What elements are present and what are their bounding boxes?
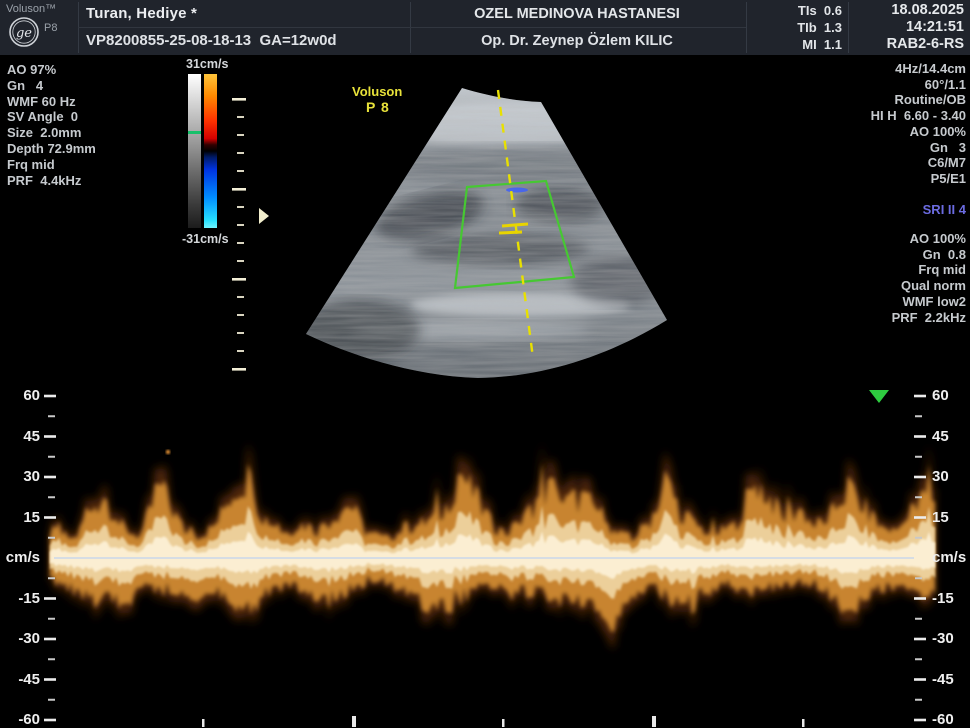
color-flow-flash (506, 188, 528, 193)
parameter-line: WMF low2 (892, 294, 966, 310)
parameter-line: Routine/OB (871, 92, 966, 108)
color-scale-max-label: 31cm/s (186, 57, 228, 71)
facility-name: OZEL MEDINOVA HASTANESI (412, 6, 742, 22)
sri-setting: SRI II 4 (923, 202, 966, 217)
parameter-line: Gn 3 (871, 140, 966, 156)
parameter-line: PRF 2.2kHz (892, 310, 966, 326)
header-divider (78, 27, 746, 28)
operator-name: Op. Dr. Zeynep Özlem KILIC (412, 33, 742, 49)
parameter-line: Size 2.0mm (7, 125, 96, 141)
parameter-line: Frq mid (892, 262, 966, 278)
parameter-line: Frq mid (7, 157, 96, 173)
exam-date: 18.08.2025 (852, 2, 964, 19)
velocity-tick-label: -45 (0, 672, 40, 687)
velocity-tick-label: 30 (932, 469, 970, 484)
velocity-tick-label: -15 (932, 591, 970, 606)
velocity-tick-label: 45 (0, 429, 40, 444)
svg-text:ge: ge (16, 26, 32, 41)
patient-name: Turan, Hediye * (86, 5, 197, 22)
velocity-tick-label: 60 (0, 388, 40, 403)
parameter-line: 60°/1.1 (871, 77, 966, 93)
spectral-baseline (54, 557, 914, 559)
safety-index-value: TIs 0.6 (750, 2, 842, 19)
velocity-tick-label: -60 (0, 712, 40, 727)
header-bar: Voluson™ ge P8 Turan, Hediye * VP8200855… (0, 0, 970, 55)
velocity-tick-label: -30 (0, 631, 40, 646)
b-mode-image (270, 55, 730, 390)
parameter-line: Depth 72.9mm (7, 141, 96, 157)
parameter-line: WMF 60 Hz (7, 94, 96, 110)
velocity-unit-label: cm/s (932, 550, 970, 565)
pw-parameter-panel: AO 100%Gn 0.8Frq midQual normWMF low2PRF… (892, 231, 966, 325)
brand-name: Voluson™ (6, 3, 56, 15)
velocity-tick-label: -15 (0, 591, 40, 606)
velocity-tick-label: 15 (0, 510, 40, 525)
exam-time: 14:21:51 (852, 19, 964, 36)
safety-index-value: TIb 1.3 (750, 19, 842, 36)
time-axis-ticks (202, 716, 805, 727)
spectral-doppler-display (0, 385, 970, 727)
parameter-line: P5/E1 (871, 171, 966, 187)
ultrasound-screen: { "header": { "brand": {"name": "Voluson… (0, 0, 970, 727)
datetime-block: 18.08.2025 14:21:51 RAB2-6-RS (852, 2, 964, 53)
color-doppler-bar (204, 74, 217, 228)
parameter-line: AO 100% (871, 124, 966, 140)
safety-indices: TIs 0.6TIb 1.3MI 1.1 (750, 2, 842, 53)
watermark-model: P 8 (366, 99, 390, 115)
parameter-line: 4Hz/14.4cm (871, 61, 966, 77)
header-divider (746, 2, 747, 53)
parameter-line: Gn 0.8 (892, 247, 966, 263)
patient-exam-id: VP8200855-25-08-18-13 GA=12w0d (86, 32, 337, 49)
brand-model: P8 (44, 22, 57, 34)
velocity-tick-label: 15 (932, 510, 970, 525)
velocity-tick-label: 45 (932, 429, 970, 444)
velocity-tick-label: 30 (0, 469, 40, 484)
parameter-line: AO 97% (7, 62, 96, 78)
safety-index-value: MI 1.1 (750, 36, 842, 53)
header-divider (848, 2, 849, 53)
parameter-line: PRF 4.4kHz (7, 173, 96, 189)
probe-name: RAB2-6-RS (852, 36, 964, 53)
parameter-line: C6/M7 (871, 155, 966, 171)
watermark-brand: Voluson (352, 84, 402, 99)
velocity-tick-label: -30 (932, 631, 970, 646)
ge-logo-icon: ge (8, 16, 40, 48)
grayscale-bar (188, 74, 201, 228)
parameter-line: Qual norm (892, 278, 966, 294)
b-mode-parameter-panel: 4Hz/14.4cm60°/1.1Routine/OBHI H 6.60 - 3… (871, 61, 966, 187)
doppler-parameter-panel: AO 97%Gn 4WMF 60 HzSV Angle 0Size 2.0mmD… (7, 62, 96, 188)
parameter-line: AO 100% (892, 231, 966, 247)
parameter-line: HI H 6.60 - 3.40 (871, 108, 966, 124)
velocity-tick-label: -60 (932, 712, 970, 727)
velocity-unit-label: cm/s (0, 550, 40, 565)
grayscale-marker (188, 131, 201, 134)
parameter-line: SV Angle 0 (7, 109, 96, 125)
spectral-waveform (50, 442, 935, 648)
spectral-speck (166, 450, 170, 454)
velocity-tick-label: 60 (932, 388, 970, 403)
parameter-line: Gn 4 (7, 78, 96, 94)
velocity-tick-label: -45 (932, 672, 970, 687)
sweep-position-marker (869, 390, 889, 403)
color-scale-min-label: -31cm/s (182, 232, 229, 246)
